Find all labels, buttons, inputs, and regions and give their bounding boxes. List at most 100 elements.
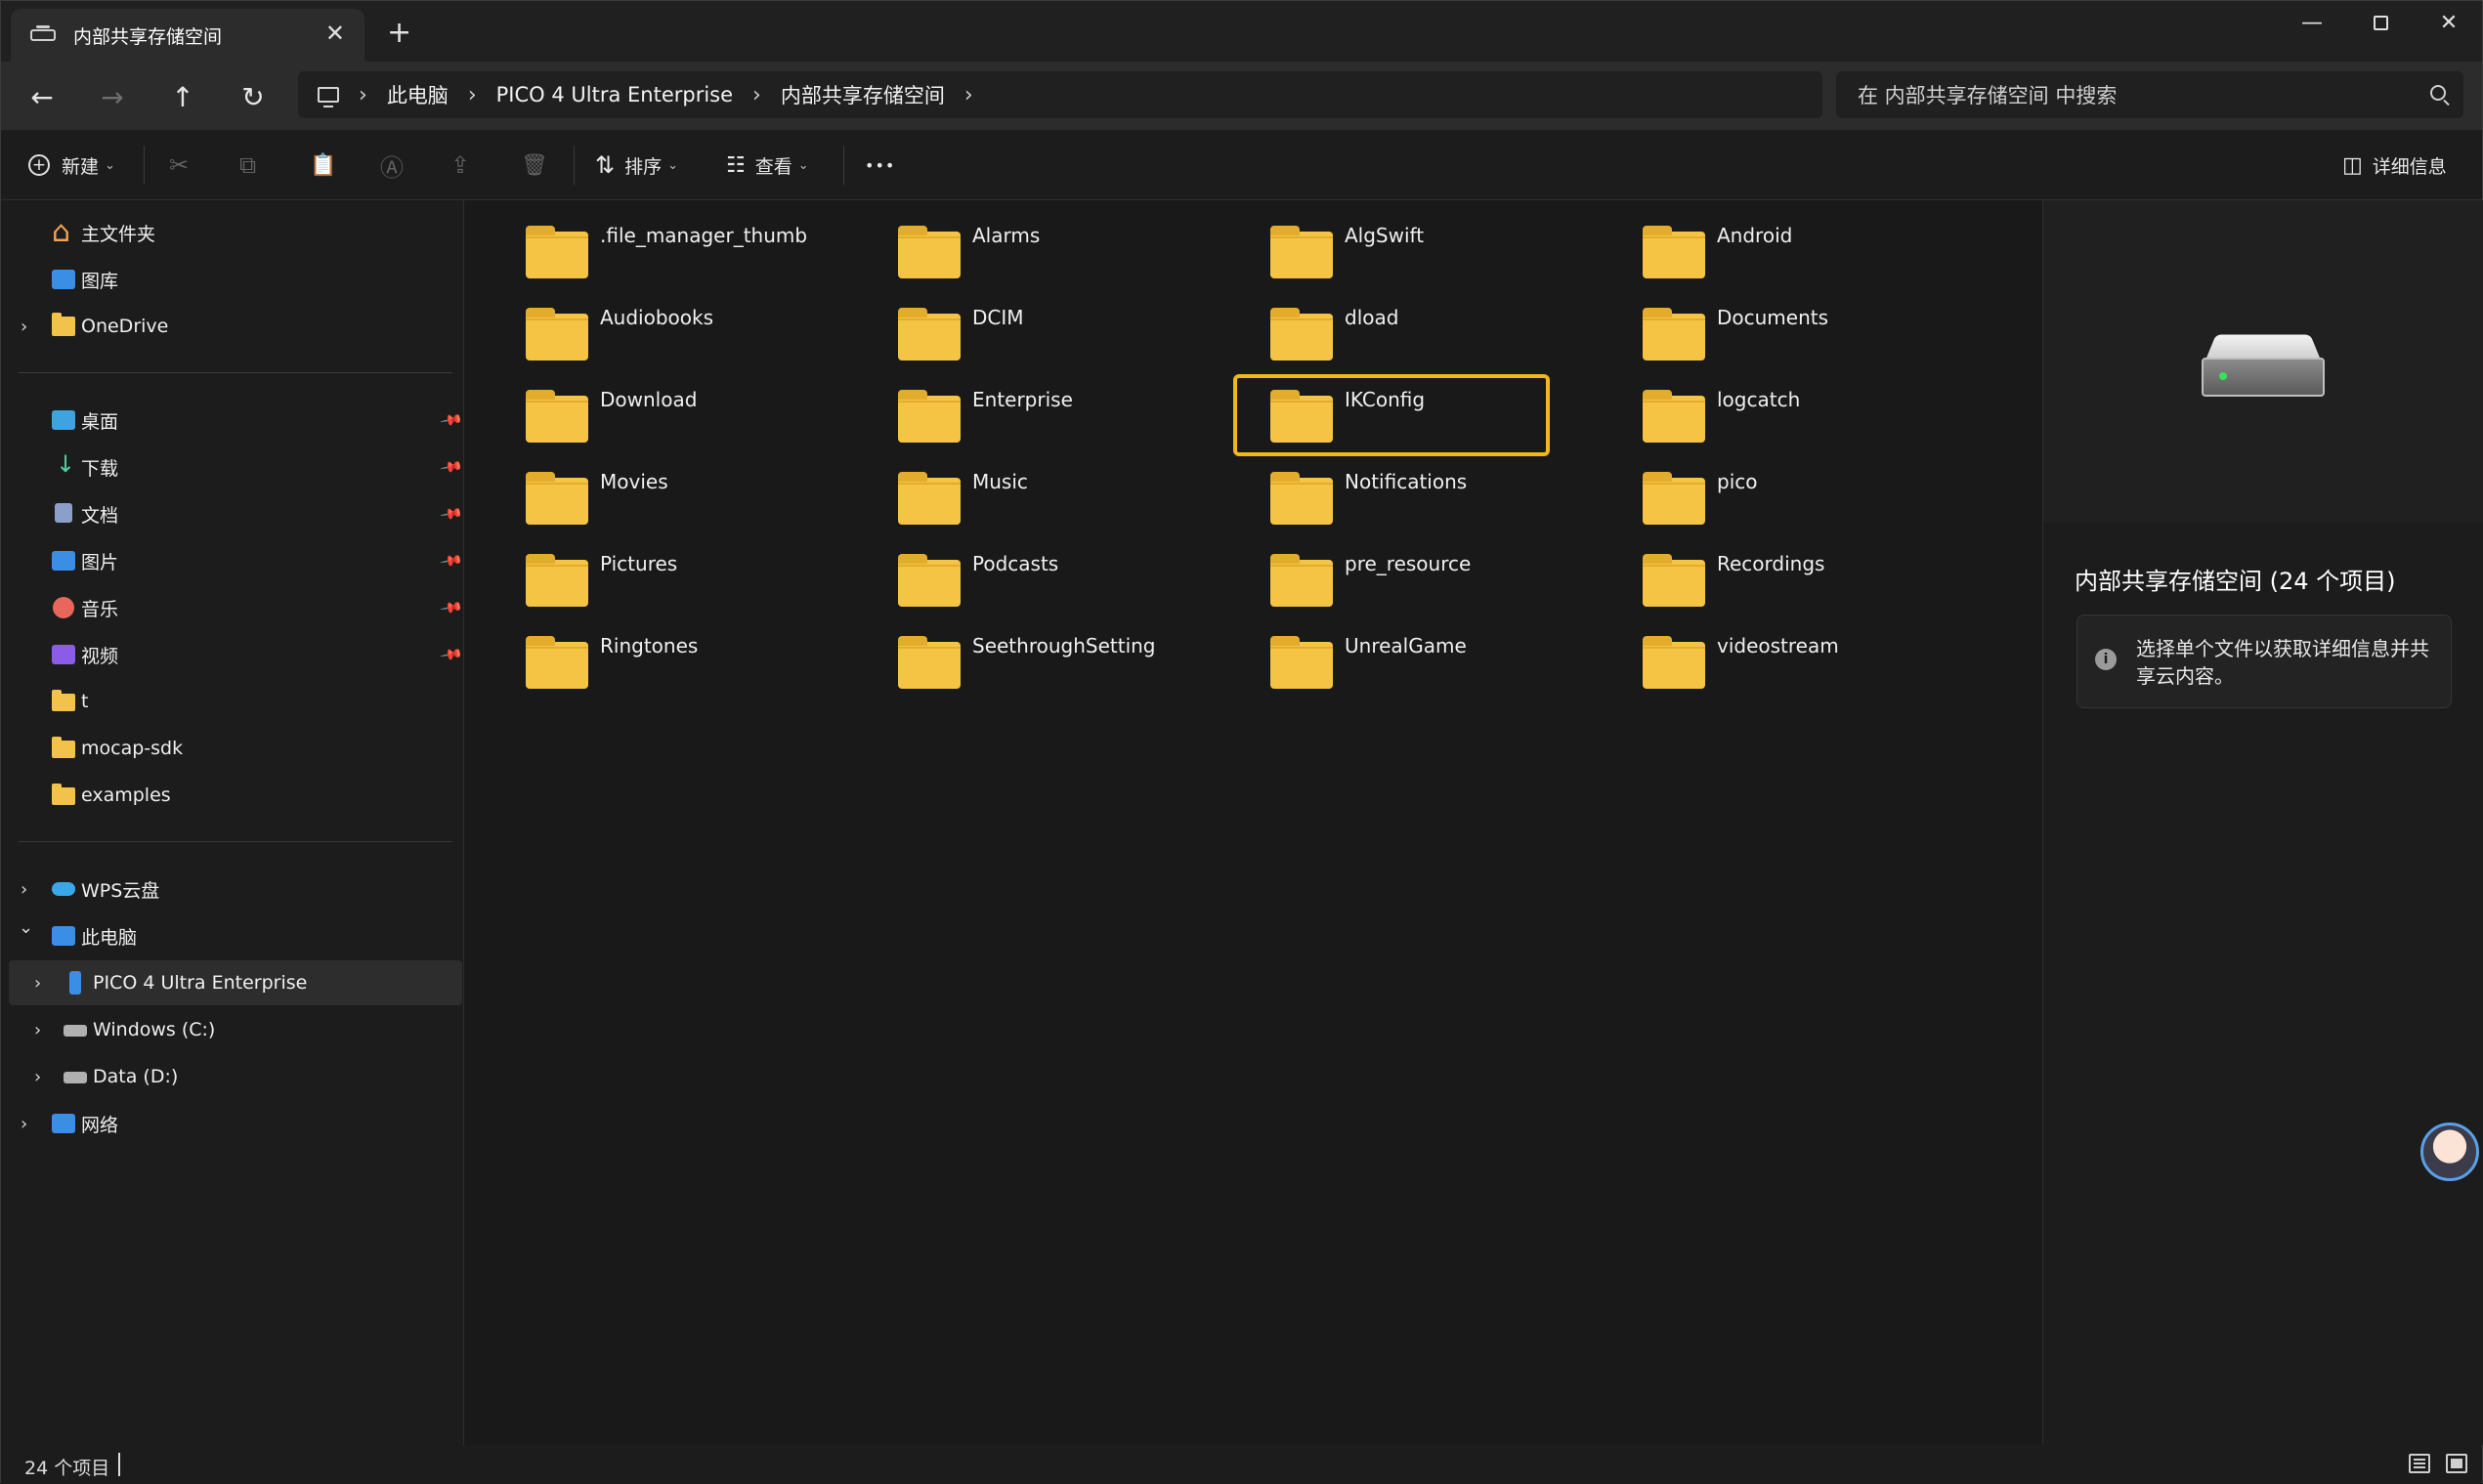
folder-item[interactable]: Podcasts <box>865 542 1181 624</box>
folder-item[interactable]: AlgSwift <box>1237 214 1554 296</box>
cut-button[interactable]: ✂ <box>169 130 189 200</box>
details-pane-button[interactable]: ◫ 详细信息 <box>2342 130 2447 200</box>
folder-item[interactable]: IKConfig <box>1233 374 1550 456</box>
search-input[interactable]: 在 内部共享存储空间 中搜索 <box>1858 80 2117 109</box>
folder-item[interactable]: Documents <box>1609 296 1926 378</box>
more-options-button[interactable]: ••• <box>865 130 895 200</box>
folder-item[interactable]: Recordings <box>1609 542 1926 624</box>
pin-icon[interactable]: 📌 <box>440 595 465 619</box>
folder-item[interactable]: videostream <box>1609 624 1926 706</box>
folder-item[interactable]: dload <box>1237 296 1554 378</box>
sidebar-item-label: 图库 <box>81 270 119 292</box>
drive-icon <box>64 1072 87 1083</box>
sidebar-item-downloads[interactable]: 下载 📌 <box>1 445 464 489</box>
chevron-right-icon[interactable]: › <box>21 1114 27 1134</box>
breadcrumb-chevron-icon[interactable]: › <box>752 83 761 107</box>
chevron-down-icon[interactable]: ⌄ <box>19 917 33 938</box>
file-explorer-window: 内部共享存储空间 ✕ + — ✕ ← → ↑ ↻ › 此电脑 › PICO 4 … <box>0 0 2483 1484</box>
copy-button[interactable]: ⧉ <box>239 130 256 200</box>
sidebar-item-windows-c[interactable]: › Windows (C:) <box>1 1007 464 1052</box>
breadcrumb-chevron-icon[interactable]: › <box>359 83 367 107</box>
active-tab[interactable]: 内部共享存储空间 ✕ <box>11 9 364 62</box>
info-text: 选择单个文件以获取详细信息并共享云内容。 <box>2136 637 2429 688</box>
breadcrumb-storage[interactable]: 内部共享存储空间 <box>781 80 945 109</box>
pin-icon[interactable]: 📌 <box>440 501 465 526</box>
folder-item[interactable]: pico <box>1609 460 1926 542</box>
folder-item[interactable]: Enterprise <box>865 378 1181 460</box>
rename-button[interactable]: Ⓐ <box>380 130 404 200</box>
folder-item[interactable]: Audiobooks <box>492 296 809 378</box>
maximize-button[interactable] <box>2346 1 2415 44</box>
share-button[interactable]: ⇪ <box>450 130 470 200</box>
sidebar-item-mocap-sdk[interactable]: mocap-sdk <box>1 726 464 771</box>
breadcrumb-this-pc[interactable]: 此电脑 <box>387 80 449 109</box>
new-button[interactable]: + 新建 ⌄ <box>28 130 115 200</box>
folder-item[interactable]: .file_manager_thumb <box>492 214 809 296</box>
assistant-avatar[interactable] <box>2420 1123 2479 1181</box>
back-button[interactable]: ← <box>21 75 64 118</box>
folder-icon <box>1270 554 1333 607</box>
close-window-button[interactable]: ✕ <box>2415 1 2483 44</box>
folder-item[interactable]: Movies <box>492 460 809 542</box>
address-bar[interactable]: › 此电脑 › PICO 4 Ultra Enterprise › 内部共享存储… <box>298 71 1822 118</box>
up-button[interactable]: ↑ <box>161 75 204 118</box>
folder-item[interactable]: UnrealGame <box>1237 624 1554 706</box>
folder-item[interactable]: Notifications <box>1237 460 1554 542</box>
sidebar-item-t[interactable]: t <box>1 679 464 724</box>
folder-icon <box>1270 226 1333 278</box>
delete-button[interactable]: 🗑 <box>521 130 548 200</box>
sidebar-item-onedrive[interactable]: › OneDrive <box>1 304 464 349</box>
minimize-button[interactable]: — <box>2278 1 2346 44</box>
sidebar-item-documents[interactable]: 文档 📌 <box>1 491 464 536</box>
sidebar-item-pico-device[interactable]: › PICO 4 Ultra Enterprise <box>9 960 462 1005</box>
sidebar-item-music[interactable]: 音乐 📌 <box>1 585 464 630</box>
folder-item[interactable]: Music <box>865 460 1181 542</box>
breadcrumb-chevron-icon[interactable]: › <box>468 83 477 107</box>
folder-item[interactable]: pre_resource <box>1237 542 1554 624</box>
chevron-right-icon[interactable]: › <box>21 879 27 900</box>
close-tab-icon[interactable]: ✕ <box>325 21 345 45</box>
chevron-right-icon[interactable]: › <box>21 317 27 337</box>
view-button[interactable]: ☷ 查看 ⌄ <box>726 130 809 200</box>
refresh-button[interactable]: ↻ <box>232 75 275 118</box>
search-icon[interactable] <box>2430 85 2446 101</box>
chevron-right-icon[interactable]: › <box>34 1020 41 1040</box>
sidebar-item-wps-cloud[interactable]: › WPS云盘 <box>1 867 464 912</box>
sort-button[interactable]: ⇅ 排序 ⌄ <box>595 130 678 200</box>
chevron-right-icon[interactable]: › <box>34 973 41 994</box>
large-icons-view-icon[interactable] <box>2446 1454 2467 1473</box>
sidebar-item-examples[interactable]: examples <box>1 773 464 818</box>
paste-button[interactable]: 📋 <box>310 130 336 200</box>
sidebar-item-pictures[interactable]: 图片 📌 <box>1 538 464 583</box>
sidebar-item-this-pc[interactable]: ⌄ 此电脑 <box>1 913 464 958</box>
search-box[interactable]: 在 内部共享存储空间 中搜索 <box>1836 71 2463 118</box>
sidebar-item-gallery[interactable]: 图库 <box>1 257 464 302</box>
folder-item[interactable]: Pictures <box>492 542 809 624</box>
sidebar-item-network[interactable]: › 网络 <box>1 1101 464 1146</box>
folder-item[interactable]: Ringtones <box>492 624 809 706</box>
sidebar-item-desktop[interactable]: 桌面 📌 <box>1 398 464 443</box>
folder-label: Recordings <box>1717 552 1825 575</box>
folder-item[interactable]: Download <box>492 378 809 460</box>
breadcrumb-chevron-icon[interactable]: › <box>964 83 973 107</box>
pin-icon[interactable]: 📌 <box>440 454 465 479</box>
new-tab-button[interactable]: + <box>387 19 411 48</box>
pin-icon[interactable]: 📌 <box>440 407 465 432</box>
folder-item[interactable]: SeethroughSetting <box>865 624 1181 706</box>
folder-item[interactable]: DCIM <box>865 296 1181 378</box>
breadcrumb-device[interactable]: PICO 4 Ultra Enterprise <box>496 83 733 106</box>
details-view-icon[interactable] <box>2409 1454 2430 1473</box>
folder-item[interactable]: Android <box>1609 214 1926 296</box>
sidebar-item-data-d[interactable]: › Data (D:) <box>1 1054 464 1099</box>
sidebar-item-videos[interactable]: 视频 📌 <box>1 632 464 677</box>
folder-item[interactable]: logcatch <box>1609 378 1926 460</box>
pin-icon[interactable]: 📌 <box>440 548 465 572</box>
forward-button[interactable]: → <box>91 75 134 118</box>
folder-label: AlgSwift <box>1345 224 1425 247</box>
pin-icon[interactable]: 📌 <box>440 642 465 666</box>
folder-icon <box>898 554 961 607</box>
chevron-right-icon[interactable]: › <box>34 1067 41 1087</box>
sidebar-item-home[interactable]: 主文件夹 <box>1 210 464 255</box>
toolbar-divider <box>574 146 575 185</box>
folder-item[interactable]: Alarms <box>865 214 1181 296</box>
